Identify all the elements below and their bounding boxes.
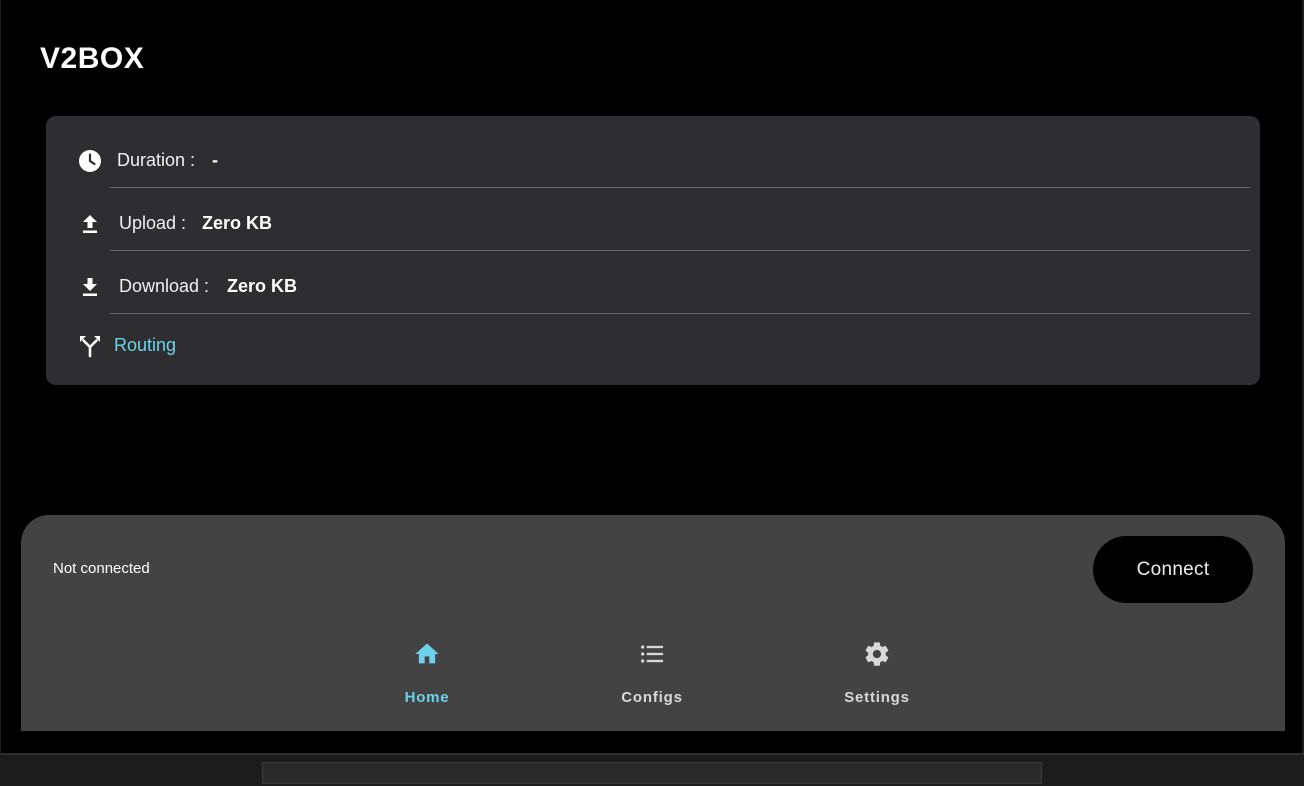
app-title: V2BOX [40,42,145,75]
routing-link[interactable]: Routing [114,335,176,356]
clock-icon [78,149,102,173]
duration-row: Duration : - [46,129,1260,192]
app-screen: V2BOX Duration : - Upload : Zero KB Down… [1,0,1302,753]
list-icon [637,639,667,669]
gear-icon [862,639,892,669]
download-label: Download : [119,276,210,296]
nav-item-settings[interactable]: Settings [807,639,947,719]
divider [110,187,1250,188]
routing-icon [78,334,102,358]
download-icon [78,275,102,299]
nav-item-home[interactable]: Home [357,639,497,719]
download-row: Download : Zero KB [46,255,1260,318]
stats-card: Duration : - Upload : Zero KB Download:… [46,116,1260,385]
upload-value: Zero KB [202,213,273,233]
connect-button[interactable]: Connect [1093,536,1253,603]
nav-label-settings: Settings [844,689,910,706]
nav-label-configs: Configs [621,689,683,706]
upload-label: Upload : [119,213,187,233]
connection-status: Not connected [53,560,150,577]
nav-item-configs[interactable]: Configs [582,639,722,719]
divider [110,250,1250,251]
duration-value: - [212,150,218,170]
duration-label: Duration : [117,150,196,170]
bottom-panel: Not connected Connect Home Configs Setti… [21,515,1285,731]
routing-row[interactable]: Routing [46,314,1260,377]
device-bezel [0,753,1304,755]
device-stand [262,762,1042,784]
nav-label-home: Home [404,689,450,706]
home-icon [412,639,442,669]
upload-row: Upload : Zero KB [46,192,1260,255]
download-value: Zero KB [227,276,298,296]
upload-icon [78,212,102,236]
